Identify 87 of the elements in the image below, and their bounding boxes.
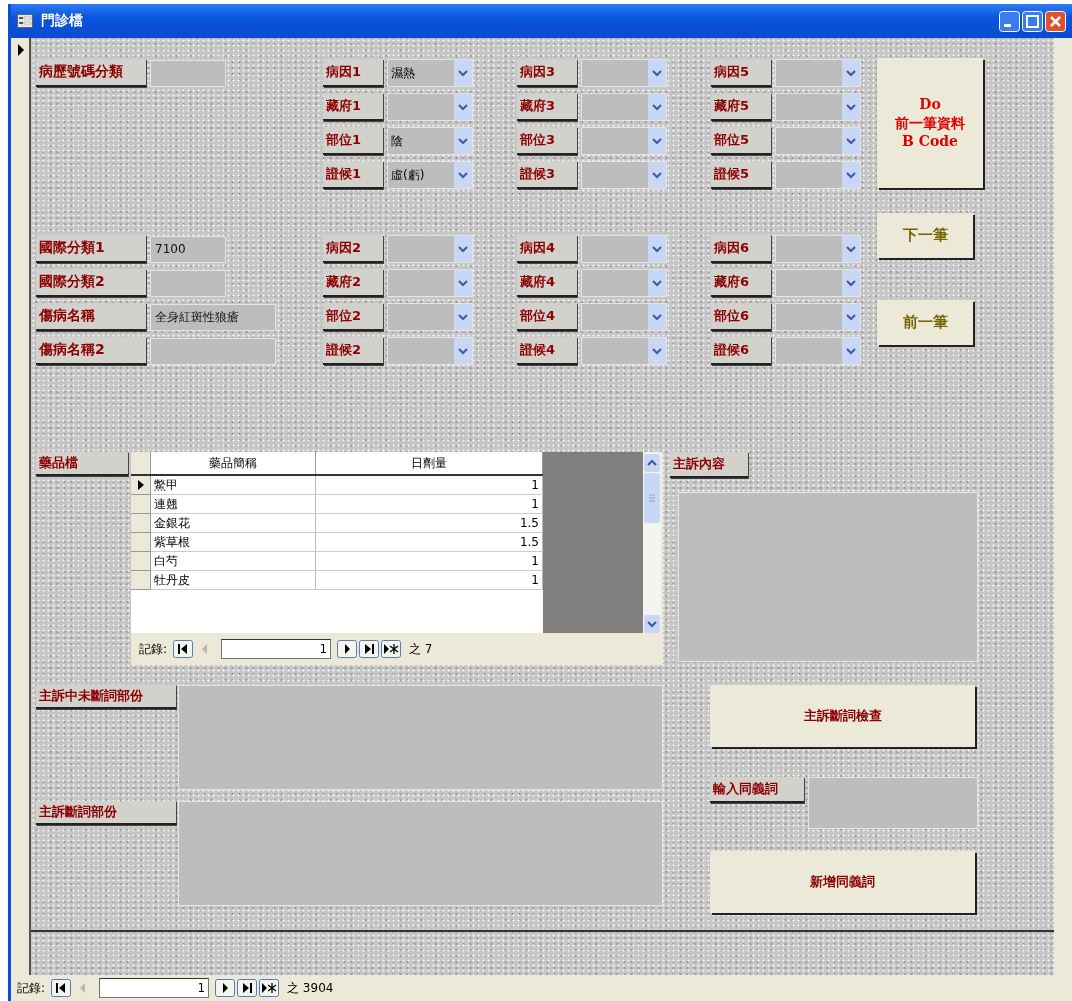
field-label: 證候5 bbox=[711, 161, 771, 189]
text-field[interactable] bbox=[808, 777, 978, 829]
table-cell: 金銀花 bbox=[151, 514, 316, 533]
minimize-icon[interactable] bbox=[999, 10, 1020, 32]
check-button[interactable]: 主訴斷詞檢查 bbox=[710, 685, 975, 747]
field-label: 藏府1 bbox=[323, 93, 383, 121]
maximize-icon[interactable] bbox=[1022, 10, 1043, 32]
field-label: 證候2 bbox=[323, 337, 383, 365]
field-label: 部位4 bbox=[517, 303, 577, 331]
field-label: 病因1 bbox=[323, 59, 383, 87]
table-cell: 1 bbox=[316, 495, 543, 514]
field-label: 部位6 bbox=[711, 303, 771, 331]
field-label: 主訴斷詞部份 bbox=[36, 801, 176, 825]
field-label: 部位5 bbox=[711, 127, 771, 155]
section-label: 藥品檔 bbox=[36, 452, 128, 476]
table-cell: 紫草根 bbox=[151, 533, 316, 552]
field-label: 藏府5 bbox=[711, 93, 771, 121]
window-title: 門診檔 bbox=[41, 12, 83, 30]
table-cell: 1 bbox=[316, 552, 543, 571]
new-record-icon[interactable] bbox=[381, 640, 402, 658]
text-field[interactable] bbox=[150, 59, 226, 87]
field-label: 部位2 bbox=[323, 303, 383, 331]
table-cell: 1 bbox=[316, 571, 543, 590]
form-icon bbox=[17, 14, 33, 28]
scrollbar[interactable] bbox=[643, 452, 661, 633]
record-number-field[interactable]: 1 bbox=[99, 978, 210, 998]
combo-box[interactable]: 虛(虧) bbox=[387, 161, 473, 189]
text-field[interactable] bbox=[150, 337, 276, 365]
table-cell: 1.5 bbox=[316, 533, 543, 552]
text-field[interactable]: 全身紅斑性狼瘡 bbox=[150, 303, 276, 331]
field-label: 證候3 bbox=[517, 161, 577, 189]
first-record-icon[interactable] bbox=[173, 640, 194, 658]
field-label: 病因3 bbox=[517, 59, 577, 87]
next-record-icon[interactable] bbox=[215, 979, 236, 997]
field-label: 藏府6 bbox=[711, 269, 771, 297]
navigation-label: 記錄: bbox=[139, 640, 168, 658]
field-label: 主訴中未斷詞部份 bbox=[36, 685, 176, 709]
last-record-icon[interactable] bbox=[237, 979, 258, 997]
table-cell: 白芍 bbox=[151, 552, 316, 571]
current-record-icon bbox=[17, 44, 25, 56]
field-label: 病因5 bbox=[711, 59, 771, 87]
field-label: 證候4 bbox=[517, 337, 577, 365]
field-label: 證候6 bbox=[711, 337, 771, 365]
column-header[interactable]: 藥品簡稱 bbox=[151, 452, 316, 474]
field-label: 部位1 bbox=[323, 127, 383, 155]
form-button[interactable]: Do 前一筆資料 B Code bbox=[877, 58, 983, 188]
last-record-icon[interactable] bbox=[359, 640, 380, 658]
record-number-field[interactable]: 1 bbox=[221, 639, 332, 659]
form-button[interactable]: 前一筆 bbox=[877, 300, 973, 345]
field-label: 傷病名稱 bbox=[36, 303, 146, 331]
field-label: 國際分類2 bbox=[36, 269, 146, 297]
field-label: 部位3 bbox=[517, 127, 577, 155]
record-count: 之 7 bbox=[409, 640, 433, 658]
next-record-icon[interactable] bbox=[337, 640, 358, 658]
navigation-label: 記錄: bbox=[17, 979, 46, 997]
field-label: 病因6 bbox=[711, 235, 771, 263]
first-record-icon[interactable] bbox=[51, 979, 72, 997]
add-button[interactable]: 新增同義詞 bbox=[710, 851, 975, 913]
field-label: 藏府4 bbox=[517, 269, 577, 297]
text-field[interactable]: 7100 bbox=[150, 235, 226, 263]
form-button[interactable]: 下一筆 bbox=[877, 213, 973, 258]
record-count: 之 3904 bbox=[287, 979, 334, 997]
table-cell: 牡丹皮 bbox=[151, 571, 316, 590]
table-cell: 連翹 bbox=[151, 495, 316, 514]
field-label: 病歷號碼分類 bbox=[36, 59, 146, 87]
field-label: 病因4 bbox=[517, 235, 577, 263]
scroll-down-icon[interactable] bbox=[644, 615, 660, 633]
field-label: 輸入同義詞 bbox=[710, 777, 804, 803]
field-label: 傷病名稱2 bbox=[36, 337, 146, 365]
combo-box[interactable]: 濕熱 bbox=[387, 59, 473, 87]
field-label: 證候1 bbox=[323, 161, 383, 189]
table-cell: 鱉甲 bbox=[151, 476, 316, 495]
current-row-icon bbox=[137, 480, 144, 490]
close-icon[interactable] bbox=[1045, 10, 1066, 32]
scroll-thumb[interactable] bbox=[644, 473, 660, 523]
field-label: 國際分類1 bbox=[36, 235, 146, 263]
new-record-icon[interactable] bbox=[259, 979, 280, 997]
field-label: 藏府2 bbox=[323, 269, 383, 297]
table-cell: 1 bbox=[316, 476, 543, 495]
scroll-up-icon[interactable] bbox=[644, 454, 660, 472]
combo-box[interactable]: 陰 bbox=[387, 127, 473, 155]
field-label: 藏府3 bbox=[517, 93, 577, 121]
row-selector[interactable] bbox=[131, 476, 151, 495]
field-label: 病因2 bbox=[323, 235, 383, 263]
table-cell: 1.5 bbox=[316, 514, 543, 533]
text-field[interactable] bbox=[150, 269, 226, 297]
field-label: 主訴內容 bbox=[670, 452, 748, 478]
